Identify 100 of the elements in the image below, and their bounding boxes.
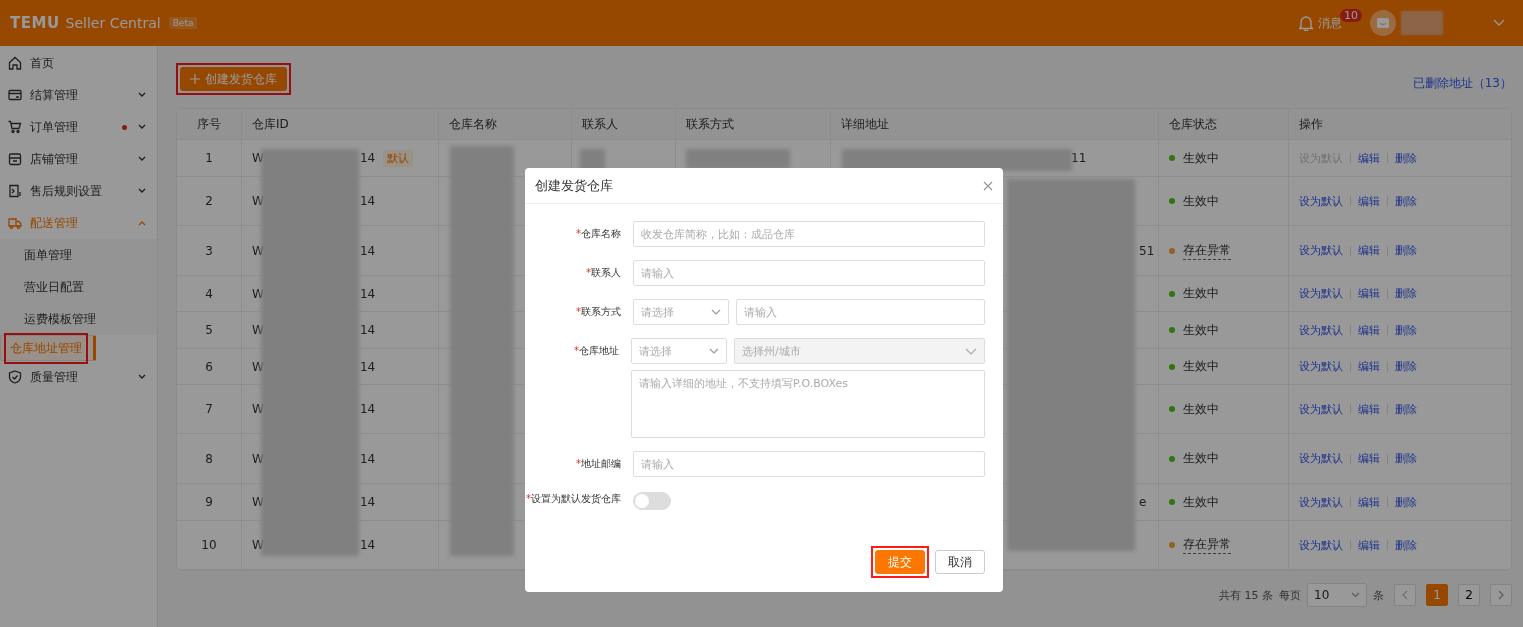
- table-cell: 14: [359, 323, 376, 337]
- status-text: 生效中: [1183, 400, 1219, 418]
- menu-label: 订单管理: [30, 118, 79, 136]
- dialog-title: 创建发货仓库: [535, 176, 613, 195]
- create-warehouse-button[interactable]: 创建发货仓库: [180, 67, 287, 91]
- menu-label: 面单管理: [23, 246, 73, 264]
- action-link[interactable]: 删除: [1395, 286, 1417, 301]
- logo[interactable]: TEMU: [10, 14, 60, 32]
- action-link[interactable]: 删除: [1395, 322, 1417, 338]
- input-field[interactable]: 请输入: [633, 451, 985, 477]
- table-cell: 10: [201, 538, 217, 552]
- action-link[interactable]: 删除: [1395, 359, 1417, 374]
- action-link[interactable]: 编辑: [1358, 243, 1380, 258]
- menu-label: 售后规则设置: [30, 182, 103, 200]
- sidebar-item[interactable]: 售后规则设置: [0, 175, 157, 207]
- action-link[interactable]: 删除: [1395, 537, 1417, 553]
- input-field[interactable]: 收发仓库简称，比如：成品仓库: [633, 221, 985, 247]
- table-cell: 9: [205, 495, 213, 509]
- deleted-addresses-link[interactable]: 已删除地址（13）: [1412, 74, 1512, 92]
- action-link[interactable]: 编辑: [1358, 494, 1380, 510]
- table-cell: W: [252, 402, 264, 416]
- bell-icon[interactable]: [1299, 15, 1313, 31]
- action-link[interactable]: 编辑: [1358, 286, 1380, 301]
- store-avatar-icon[interactable]: [1370, 10, 1396, 36]
- notification-dot: [122, 124, 127, 130]
- sidebar-item[interactable]: 结算管理: [0, 79, 157, 111]
- sidebar-item[interactable]: 店铺管理: [0, 143, 157, 175]
- action-link[interactable]: 编辑: [1358, 193, 1380, 209]
- status-text[interactable]: 存在异常: [1183, 241, 1231, 260]
- next-page-button[interactable]: [1490, 584, 1512, 606]
- menu-label: 首页: [30, 54, 55, 72]
- table-cell: 14: [359, 495, 376, 509]
- toggle-switch[interactable]: [633, 492, 671, 510]
- column-header: 联系人: [572, 109, 676, 139]
- table-cell: 1: [205, 151, 213, 165]
- field-label: *联系人: [585, 266, 622, 280]
- action-link[interactable]: 编辑: [1358, 359, 1380, 374]
- column-header: 序号: [177, 109, 242, 139]
- sidebar-subitem[interactable]: 运费模板管理: [0, 303, 157, 335]
- sidebar-subitem[interactable]: 仓库地址管理: [0, 335, 96, 361]
- table-cell: 14: [359, 286, 376, 301]
- chevron-down-icon[interactable]: [1493, 19, 1505, 27]
- action-link[interactable]: 设为默认: [1299, 359, 1343, 374]
- address-textarea[interactable]: 请输入详细的地址，不支持填写P.O.BOXes: [631, 370, 985, 438]
- action-link[interactable]: 删除: [1395, 193, 1417, 209]
- sidebar-item[interactable]: 配送管理: [0, 207, 157, 239]
- action-link[interactable]: 设为默认: [1299, 243, 1343, 258]
- card-icon: [8, 88, 22, 102]
- action-link[interactable]: 设为默认: [1299, 537, 1343, 553]
- total-count: 共有 15 条: [1219, 587, 1273, 603]
- input-field[interactable]: 请输入: [736, 299, 985, 325]
- action-link[interactable]: 编辑: [1358, 451, 1380, 466]
- sidebar-subitem[interactable]: 营业日配置: [0, 271, 157, 303]
- table-cell: W: [252, 243, 264, 258]
- status-text: 生效中: [1183, 493, 1219, 511]
- action-link[interactable]: 设为默认: [1299, 193, 1343, 209]
- action-link[interactable]: 编辑: [1358, 322, 1380, 338]
- action-link[interactable]: 编辑: [1358, 401, 1380, 417]
- table-cell: W: [252, 359, 264, 374]
- close-icon[interactable]: [983, 180, 993, 191]
- sidebar-subitem[interactable]: 面单管理: [0, 239, 157, 271]
- previous-page-button[interactable]: [1394, 584, 1416, 606]
- sidebar-item[interactable]: 首页: [0, 47, 157, 79]
- action-link[interactable]: 设为默认: [1299, 451, 1343, 466]
- select-field[interactable]: 请选择: [631, 338, 727, 364]
- action-link[interactable]: 编辑: [1358, 150, 1380, 166]
- status-dot: [1169, 542, 1175, 548]
- action-link[interactable]: 删除: [1395, 494, 1417, 510]
- submit-button[interactable]: 提交: [875, 550, 925, 574]
- action-link[interactable]: 设为默认: [1299, 401, 1343, 417]
- action-link[interactable]: 删除: [1395, 401, 1417, 417]
- select-field[interactable]: 请选择: [633, 299, 729, 325]
- action-link[interactable]: 设为默认: [1299, 286, 1343, 301]
- truck-icon: [8, 216, 22, 230]
- page-button[interactable]: 2: [1458, 584, 1480, 606]
- action-link[interactable]: 编辑: [1358, 537, 1380, 553]
- table-cell: 7: [205, 402, 213, 416]
- page-size-select[interactable]: 10: [1307, 583, 1367, 607]
- action-link[interactable]: 设为默认: [1299, 322, 1343, 338]
- menu-label: 仓库地址管理: [4, 332, 88, 364]
- chevron-down-icon: [711, 309, 721, 315]
- messages-link[interactable]: 消息: [1318, 14, 1342, 32]
- status-text[interactable]: 存在异常: [1183, 536, 1231, 554]
- table-cell: 51: [1139, 243, 1155, 258]
- table-cell: W: [252, 151, 264, 165]
- column-header: 详细地址: [831, 109, 1159, 139]
- shield-icon: [8, 370, 22, 384]
- page-button[interactable]: 1: [1426, 584, 1448, 606]
- input-field[interactable]: 请输入: [633, 260, 985, 286]
- page-size-unit: 条: [1373, 587, 1384, 603]
- status-dot: [1169, 363, 1175, 370]
- cancel-button[interactable]: 取消: [935, 550, 985, 574]
- field-label: *地址邮编: [575, 457, 622, 471]
- status-dot: [1169, 455, 1175, 462]
- sidebar-item[interactable]: 订单管理: [0, 111, 157, 143]
- action-link[interactable]: 删除: [1395, 243, 1417, 258]
- home-icon: [8, 56, 22, 70]
- action-link[interactable]: 删除: [1395, 150, 1417, 166]
- action-link[interactable]: 设为默认: [1299, 494, 1343, 510]
- action-link[interactable]: 删除: [1395, 451, 1417, 466]
